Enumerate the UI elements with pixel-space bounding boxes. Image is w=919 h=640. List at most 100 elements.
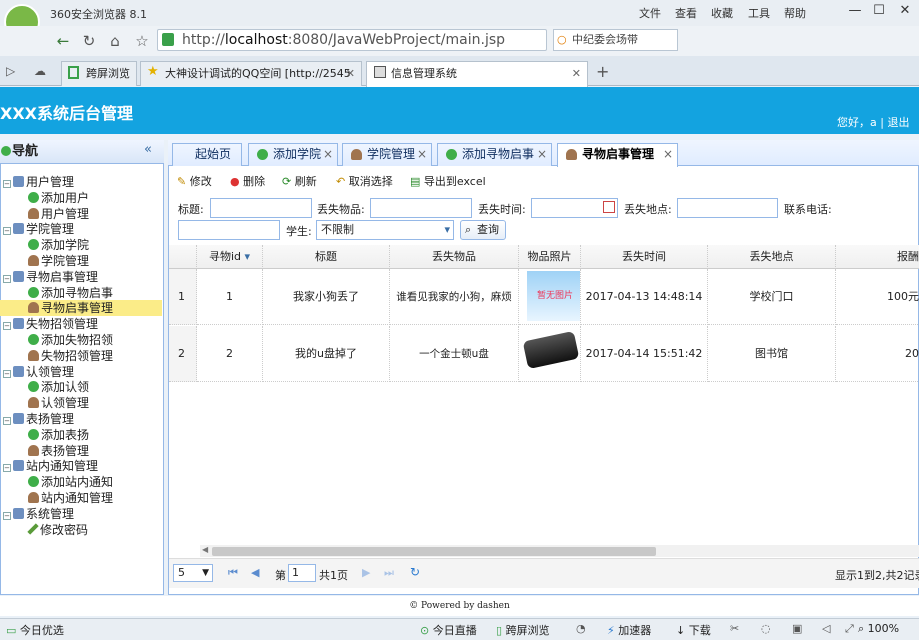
scroll-left-icon[interactable]: ◀ bbox=[202, 545, 208, 554]
zoom-level[interactable]: ⌕ 100% bbox=[858, 622, 899, 636]
menu-favorites[interactable]: 收藏 bbox=[711, 5, 733, 21]
nav-item[interactable]: 添加用户 bbox=[0, 190, 162, 206]
status-download[interactable]: ↓ 下载 bbox=[676, 622, 711, 638]
delete-button[interactable]: ● 删除 bbox=[230, 173, 265, 189]
nav-item[interactable]: 添加寻物启事 bbox=[0, 285, 162, 301]
phone-input[interactable] bbox=[178, 220, 280, 240]
title-input[interactable] bbox=[210, 198, 312, 218]
nav-group[interactable]: − 站内通知管理 bbox=[0, 458, 162, 474]
status-today-picks[interactable]: ▭ 今日优选 bbox=[6, 622, 64, 638]
greeting-logout[interactable]: 您好，a | 退出 bbox=[837, 114, 909, 130]
expand-icon[interactable]: − bbox=[3, 322, 11, 331]
tab-close-icon[interactable]: ✕ bbox=[572, 62, 581, 85]
nav-item[interactable]: 失物招领管理 bbox=[0, 348, 162, 364]
tab-lost-notice-manage[interactable]: 寻物启事管理 × bbox=[557, 143, 678, 167]
tab-close-icon[interactable]: × bbox=[323, 144, 333, 165]
nav-group[interactable]: − 系统管理 bbox=[0, 506, 162, 522]
maximize-icon[interactable]: ☐ bbox=[870, 3, 888, 19]
tab-close-icon[interactable]: × bbox=[537, 144, 547, 165]
restore-icon[interactable]: ⤢ bbox=[845, 622, 854, 636]
nav-item[interactable]: 站内通知管理 bbox=[0, 490, 162, 506]
tab-home[interactable]: 起始页 bbox=[172, 143, 242, 166]
status-accelerator[interactable]: ⚡ 加速器 bbox=[607, 622, 651, 638]
tab-add-lost-notice[interactable]: 添加寻物启事 × bbox=[437, 143, 552, 166]
address-bar[interactable]: http://localhost:8080/JavaWebProject/mai… bbox=[157, 29, 547, 51]
expand-icon[interactable]: − bbox=[3, 464, 11, 473]
nav-item[interactable]: 添加学院 bbox=[0, 237, 162, 253]
new-tab-icon[interactable]: + bbox=[596, 62, 609, 81]
browser-tab-system[interactable]: 信息管理系统 ✕ bbox=[366, 61, 588, 87]
nav-group[interactable]: − 寻物启事管理 bbox=[0, 269, 162, 285]
scrollbar-thumb[interactable] bbox=[212, 547, 656, 556]
column-header[interactable]: 报酬 bbox=[836, 245, 919, 269]
tab-add-college[interactable]: 添加学院 × bbox=[248, 143, 338, 166]
volume-icon[interactable]: ◁ bbox=[822, 622, 830, 635]
reload-icon[interactable]: ↻ bbox=[78, 30, 100, 52]
status-history-icon[interactable]: ◔ bbox=[576, 622, 586, 635]
home-icon[interactable]: ⌂ bbox=[104, 30, 126, 52]
column-header[interactable]: 寻物id ▾ bbox=[197, 245, 263, 269]
student-select[interactable]: 不限制 ▾ bbox=[316, 220, 454, 240]
expand-icon[interactable]: − bbox=[3, 274, 11, 283]
last-page-icon[interactable]: ⏭ bbox=[384, 566, 394, 580]
nav-item[interactable]: 添加站内通知 bbox=[0, 474, 162, 490]
nav-item[interactable]: 添加表扬 bbox=[0, 427, 162, 443]
first-page-icon[interactable]: ⏮ bbox=[228, 566, 238, 580]
prev-page-icon[interactable]: ◀ bbox=[251, 566, 259, 579]
edit-button[interactable]: ✎ 修改 bbox=[177, 173, 212, 189]
cloud-icon[interactable]: ☁ bbox=[34, 64, 46, 78]
nav-item[interactable]: 认领管理 bbox=[0, 395, 162, 411]
page-size-select[interactable]: 5 ▼ bbox=[173, 564, 213, 582]
cancel-selection-button[interactable]: ↶ 取消选择 bbox=[336, 173, 393, 189]
status-live[interactable]: ⊙ 今日直播 bbox=[420, 622, 477, 638]
nav-group[interactable]: − 表扬管理 bbox=[0, 411, 162, 427]
refresh-button[interactable]: ⟳ 刷新 bbox=[282, 173, 317, 189]
search-box[interactable]: 中纪委会场带 bbox=[553, 29, 678, 51]
cleaner-icon[interactable]: ◌ bbox=[761, 622, 771, 635]
nav-item[interactable]: 添加认领 bbox=[0, 379, 162, 395]
sidebar-toggle-icon[interactable]: ▷ bbox=[6, 64, 15, 78]
status-cross-screen[interactable]: ▯ 跨屏浏览 bbox=[496, 622, 550, 638]
expand-icon[interactable]: − bbox=[3, 369, 11, 378]
collapse-icon[interactable]: « bbox=[144, 142, 152, 157]
calendar-icon[interactable] bbox=[603, 201, 615, 213]
nav-group[interactable]: − 用户管理 bbox=[0, 174, 162, 190]
tab-close-icon[interactable]: × bbox=[663, 144, 673, 165]
nav-group[interactable]: − 认领管理 bbox=[0, 364, 162, 380]
translate-icon[interactable]: ▣ bbox=[792, 622, 802, 635]
column-header[interactable]: 丢失物品 bbox=[390, 245, 519, 269]
nav-item[interactable]: 表扬管理 bbox=[0, 443, 162, 459]
column-header[interactable]: 丢失地点 bbox=[708, 245, 836, 269]
column-header[interactable]: 物品照片 bbox=[519, 245, 581, 269]
column-header[interactable]: 丢失时间 bbox=[581, 245, 708, 269]
expand-icon[interactable]: − bbox=[3, 417, 11, 425]
tab-close-icon[interactable]: × bbox=[417, 144, 427, 165]
back-icon[interactable]: ← bbox=[52, 30, 74, 52]
lost-place-input[interactable] bbox=[677, 198, 778, 218]
nav-item[interactable]: 学院管理 bbox=[0, 253, 162, 269]
column-header[interactable]: 标题 bbox=[263, 245, 390, 269]
lost-item-input[interactable] bbox=[370, 198, 472, 218]
expand-icon[interactable]: − bbox=[3, 511, 11, 520]
nav-item[interactable]: 寻物启事管理 bbox=[0, 300, 162, 317]
close-icon[interactable]: ✕ bbox=[896, 3, 914, 19]
menu-tools[interactable]: 工具 bbox=[748, 5, 770, 21]
star-icon[interactable]: ☆ bbox=[131, 30, 153, 52]
reload-page-icon[interactable]: ↻ bbox=[410, 565, 420, 579]
browser-tab-qq[interactable]: 大神设计调试的QQ空间 [http://2545 ✕ bbox=[140, 61, 362, 86]
nav-item[interactable]: 添加失物招领 bbox=[0, 332, 162, 348]
expand-icon[interactable]: − bbox=[3, 180, 11, 188]
minimize-icon[interactable]: — bbox=[846, 3, 864, 19]
tab-college-manage[interactable]: 学院管理 × bbox=[342, 143, 432, 166]
screenshot-icon[interactable]: ✂ bbox=[730, 622, 739, 635]
sort-icon[interactable]: ▾ bbox=[241, 250, 250, 263]
menu-file[interactable]: 文件 bbox=[639, 5, 661, 21]
nav-item[interactable]: 修改密码 bbox=[0, 522, 162, 538]
expand-icon[interactable]: − bbox=[3, 227, 11, 236]
query-button[interactable]: ⌕ 查询 bbox=[460, 220, 506, 240]
tab-close-icon[interactable]: ✕ bbox=[346, 62, 355, 85]
nav-group[interactable]: − 学院管理 bbox=[0, 221, 162, 237]
menu-view[interactable]: 查看 bbox=[675, 5, 697, 21]
next-page-icon[interactable]: ▶ bbox=[362, 566, 370, 579]
menu-help[interactable]: 帮助 bbox=[784, 5, 806, 21]
